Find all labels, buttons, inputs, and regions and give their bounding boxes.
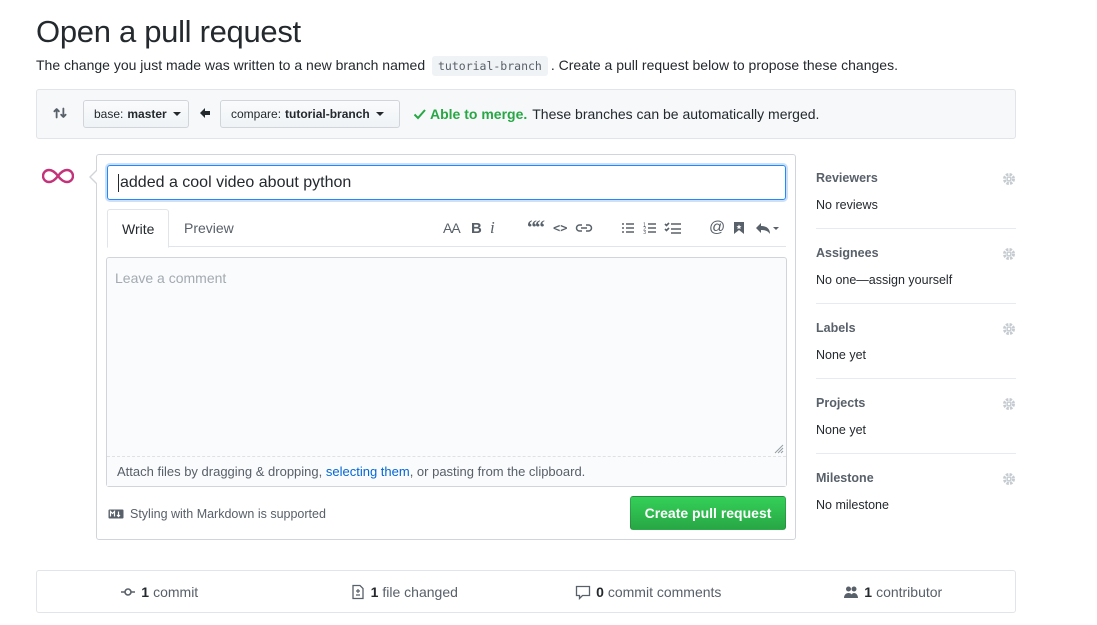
resize-handle-icon[interactable] <box>772 442 784 454</box>
sidebar-heading: Reviewers <box>816 171 878 185</box>
gear-icon[interactable] <box>1002 472 1016 486</box>
comments-summary[interactable]: 0 commit comments <box>526 571 771 612</box>
attach-text: Attach files by dragging & dropping, <box>117 464 323 479</box>
base-label: base: <box>94 107 124 121</box>
saved-reply-icon[interactable] <box>733 219 745 237</box>
files-count: 1 <box>370 583 379 600</box>
base-branch-select[interactable]: base: master <box>83 100 189 128</box>
sidebar-projects: Projects None yet <box>816 379 1016 454</box>
reply-dropdown-icon[interactable] <box>755 219 779 237</box>
sidebar-value: None yet <box>816 348 867 362</box>
comments-label: commit comments <box>607 583 722 600</box>
comment-textarea[interactable]: Leave a comment Attach files by dragging… <box>106 257 787 487</box>
markdown-icon <box>108 509 124 519</box>
comment-placeholder: Leave a comment <box>115 270 227 286</box>
comment-icon <box>575 585 591 600</box>
pr-title-input[interactable]: added a cool video about python <box>107 165 786 200</box>
merge-status-text: These branches can be automatically merg… <box>532 106 820 122</box>
tab-preview[interactable]: Preview <box>170 209 248 247</box>
commits-count: 1 <box>141 583 150 600</box>
file-diff-icon <box>351 584 364 599</box>
text-cursor <box>118 173 119 192</box>
compare-branch-select[interactable]: compare: tutorial-branch <box>220 100 400 128</box>
svg-text:3: 3 <box>643 230 646 236</box>
gear-icon[interactable] <box>1002 172 1016 186</box>
sidebar-assignees: Assignees No one—assign yourself <box>816 229 1016 304</box>
caret-down-icon <box>172 112 181 116</box>
page-subtitle: The change you just made was written to … <box>36 56 898 76</box>
base-value: master <box>127 107 167 121</box>
pr-sidebar: Reviewers No reviews Assignees No one—as… <box>816 154 1016 529</box>
arrow-left-icon <box>200 108 210 118</box>
contributors-summary[interactable]: 1 contributor <box>771 571 1016 612</box>
create-pull-request-button[interactable]: Create pull request <box>630 496 786 530</box>
files-label: file changed <box>382 583 458 600</box>
sidebar-heading: Projects <box>816 396 866 410</box>
subtitle-text: The change you just made was written to … <box>36 57 426 73</box>
sidebar-value: None yet <box>816 423 867 437</box>
gear-icon[interactable] <box>1002 397 1016 411</box>
people-icon <box>844 586 859 598</box>
pr-summary-bar: 1 commit 1 file changed 0 commit comment… <box>36 570 1016 613</box>
pr-title-value: added a cool video about python <box>120 173 352 191</box>
check-icon <box>413 109 426 120</box>
comments-count: 0 <box>596 583 604 600</box>
sidebar-heading: Labels <box>816 321 856 335</box>
contributors-count: 1 <box>864 583 873 600</box>
code-icon[interactable]: <> <box>553 219 567 237</box>
compare-label: compare: <box>231 107 282 121</box>
subtitle-text-post: . Create a pull request below to propose… <box>550 57 898 73</box>
sidebar-milestone: Milestone No milestone <box>816 454 1016 529</box>
contributors-label: contributor <box>876 583 943 600</box>
header-text-icon[interactable]: AA <box>443 219 461 237</box>
compare-arrows-icon <box>53 107 67 119</box>
caret-down-icon <box>375 112 384 116</box>
markdown-note[interactable]: Styling with Markdown is supported <box>108 507 326 521</box>
sidebar-heading: Milestone <box>816 471 874 485</box>
sidebar-reviewers: Reviewers No reviews <box>816 154 1016 229</box>
tab-write[interactable]: Write <box>107 209 170 248</box>
gear-icon[interactable] <box>1002 247 1016 261</box>
task-list-icon[interactable] <box>664 219 682 237</box>
sidebar-value[interactable]: No one—assign yourself <box>816 273 952 287</box>
link-icon[interactable] <box>575 219 593 237</box>
mention-icon[interactable]: @ <box>709 219 725 237</box>
file-drop-zone[interactable]: Attach files by dragging & dropping, sel… <box>107 456 786 486</box>
sidebar-value: No milestone <box>816 498 889 512</box>
select-files-link[interactable]: selecting them <box>326 464 410 479</box>
quote-icon[interactable]: ““ <box>527 217 545 239</box>
avatar[interactable] <box>42 164 74 188</box>
bold-icon[interactable]: B <box>471 219 482 237</box>
sidebar-heading: Assignees <box>816 246 879 260</box>
page-title: Open a pull request <box>36 14 301 49</box>
branch-name-code: tutorial-branch <box>432 56 548 76</box>
numbered-list-icon[interactable]: 1 2 3 <box>643 219 657 237</box>
editor-tabs: Write Preview AA B i ““ <> 1 2 3 @ <box>107 209 786 248</box>
commit-icon <box>121 587 136 596</box>
sidebar-value: No reviews <box>816 198 878 212</box>
commits-label: commit <box>153 583 199 600</box>
commits-summary[interactable]: 1 commit <box>37 571 282 612</box>
attach-text-post: , or pasting from the clipboard. <box>409 464 586 479</box>
bulleted-list-icon[interactable] <box>621 219 635 237</box>
merge-ok-text: Able to merge. <box>430 106 528 122</box>
compare-value: tutorial-branch <box>285 107 370 121</box>
sidebar-labels: Labels None yet <box>816 304 1016 379</box>
gear-icon[interactable] <box>1002 322 1016 336</box>
branch-range-bar: base: master compare: tutorial-branch Ab… <box>36 89 1016 139</box>
files-summary[interactable]: 1 file changed <box>282 571 527 612</box>
pull-request-form: added a cool video about python Write Pr… <box>89 154 796 540</box>
italic-icon[interactable]: i <box>490 218 495 237</box>
markdown-note-text: Styling with Markdown is supported <box>130 507 326 521</box>
merge-status: Able to merge. These branches can be aut… <box>413 106 819 122</box>
